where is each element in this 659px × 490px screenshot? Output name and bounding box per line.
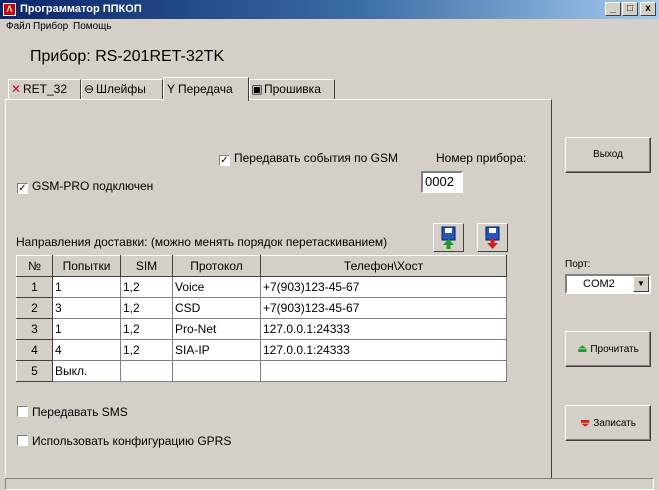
loop-icon: ⊖ (83, 82, 95, 96)
menu-device[interactable]: Прибор (33, 21, 68, 32)
table-header-row: № Попытки SIM Протокол Телефон\Хост (16, 255, 507, 277)
row-number: 5 (16, 360, 53, 382)
port-select[interactable]: COM2 ▼ (565, 274, 651, 294)
send-gsm-check-mark: ✓ (219, 155, 230, 166)
cell-attempts[interactable]: 1 (52, 276, 121, 298)
cell-phone-host[interactable]: 127.0.0.1:24333 (260, 339, 507, 361)
table-row[interactable]: 5 Выкл. (16, 360, 507, 382)
port-value: COM2 (583, 278, 615, 290)
device-number-label: Номер прибора: (436, 151, 527, 165)
header-protocol: Протокол (172, 255, 261, 277)
table-row[interactable]: 1 1 1,2 Voice +7(903)123-45-67 (16, 276, 507, 298)
send-sms-label: Передавать SMS (32, 405, 128, 419)
gsm-pro-label: GSM-PRO подключен (32, 179, 154, 193)
tab-firmware-label: Прошивка (264, 82, 321, 96)
maximize-button[interactable]: □ (622, 2, 638, 16)
cell-sim[interactable] (120, 360, 173, 382)
table-row[interactable]: 2 3 1,2 CSD +7(903)123-45-67 (16, 297, 507, 319)
write-button[interactable]: ⏏ Записать (565, 405, 651, 441)
tab-transmit-label: Передача (178, 82, 233, 96)
cell-protocol[interactable]: CSD (172, 297, 261, 319)
cell-sim[interactable]: 1,2 (120, 276, 173, 298)
header-sim: SIM (120, 255, 173, 277)
use-gprs-check-mark (17, 435, 28, 446)
table-row[interactable]: 4 4 1,2 SIA-IP 127.0.0.1:24333 (16, 339, 507, 361)
save-to-file-button[interactable] (477, 223, 508, 252)
read-button-label: Прочитать (590, 344, 639, 355)
tab-loops[interactable]: ⊖ Шлейфы (81, 79, 163, 99)
write-button-label: Записать (593, 418, 636, 429)
cell-attempts[interactable]: 1 (52, 318, 121, 340)
use-gprs-label: Использовать конфигурацию GPRS (32, 434, 232, 448)
row-number: 3 (16, 318, 53, 340)
use-gprs-checkbox[interactable]: Использовать конфигурацию GPRS (17, 434, 231, 448)
send-sms-check-mark (17, 406, 28, 417)
cell-attempts[interactable]: Выкл. (52, 360, 121, 382)
window-title: Программатор ППКОП (20, 3, 142, 15)
status-bar (5, 478, 654, 490)
chevron-down-icon[interactable]: ▼ (633, 276, 649, 292)
port-label: Порт: (565, 259, 591, 270)
send-gsm-label: Передавать события по GSM (234, 151, 398, 165)
header-number: № (16, 255, 53, 277)
eject-up-icon: ⏏ (577, 343, 588, 355)
cell-protocol[interactable]: SIA-IP (172, 339, 261, 361)
tab-ret32-label: RET_32 (23, 82, 68, 96)
table-row[interactable]: 3 1 1,2 Pro-Net 127.0.0.1:24333 (16, 318, 507, 340)
close-button[interactable]: x (640, 2, 656, 16)
minimize-button[interactable]: _ (605, 2, 621, 16)
cell-protocol[interactable]: Pro-Net (172, 318, 261, 340)
load-from-file-button[interactable] (433, 223, 464, 252)
cell-protocol[interactable] (172, 360, 261, 382)
cell-sim[interactable]: 1,2 (120, 339, 173, 361)
send-gsm-checkbox[interactable]: ✓ Передавать события по GSM (219, 151, 398, 166)
tab-transmit[interactable]: Y Передача (163, 77, 249, 101)
gsm-pro-checkbox[interactable]: ✓ GSM-PRO подключен (17, 179, 153, 194)
title-bar: Λ Программатор ППКОП _ □ x (0, 0, 659, 19)
gsm-pro-check-mark: ✓ (17, 183, 28, 194)
cell-sim[interactable]: 1,2 (120, 297, 173, 319)
menu-file[interactable]: Файл (6, 21, 31, 32)
cell-attempts[interactable]: 3 (52, 297, 121, 319)
device-title: Прибор: RS-201RET-32TK (30, 48, 225, 65)
floppy-down-icon (485, 226, 500, 249)
directions-label: Направления доставки: (можно менять поря… (16, 235, 388, 249)
cell-phone-host[interactable]: 127.0.0.1:24333 (260, 318, 507, 340)
directions-table[interactable]: № Попытки SIM Протокол Телефон\Хост 1 1 … (16, 255, 507, 382)
menu-help[interactable]: Помощь (73, 21, 112, 32)
cell-protocol[interactable]: Voice (172, 276, 261, 298)
tab-firmware[interactable]: ▣Прошивка (249, 79, 335, 99)
send-sms-checkbox[interactable]: Передавать SMS (17, 405, 128, 419)
tab-loops-label: Шлейфы (96, 82, 146, 96)
antenna-icon: ✕ (10, 82, 22, 96)
read-button[interactable]: ⏏ Прочитать (565, 331, 651, 367)
cell-phone-host[interactable]: +7(903)123-45-67 (260, 276, 507, 298)
row-number: 2 (16, 297, 53, 319)
firmware-icon: ▣ (251, 82, 263, 96)
floppy-up-icon (441, 226, 456, 249)
device-number-input[interactable]: 0002 (421, 171, 463, 193)
tab-ret32[interactable]: ✕ RET_32 (8, 79, 81, 99)
row-number: 4 (16, 339, 53, 361)
header-attempts: Попытки (52, 255, 121, 277)
cell-phone-host[interactable] (260, 360, 507, 382)
cell-phone-host[interactable]: +7(903)123-45-67 (260, 297, 507, 319)
cell-attempts[interactable]: 4 (52, 339, 121, 361)
row-number: 1 (16, 276, 53, 298)
cell-sim[interactable]: 1,2 (120, 318, 173, 340)
eject-down-icon: ⏏ (580, 417, 591, 429)
transmit-icon: Y (166, 82, 175, 96)
menu-bar: Файл Прибор Помощь (0, 19, 659, 35)
exit-button[interactable]: Выход (565, 137, 651, 173)
app-icon: Λ (3, 3, 16, 16)
header-phone-host: Телефон\Хост (260, 255, 507, 277)
